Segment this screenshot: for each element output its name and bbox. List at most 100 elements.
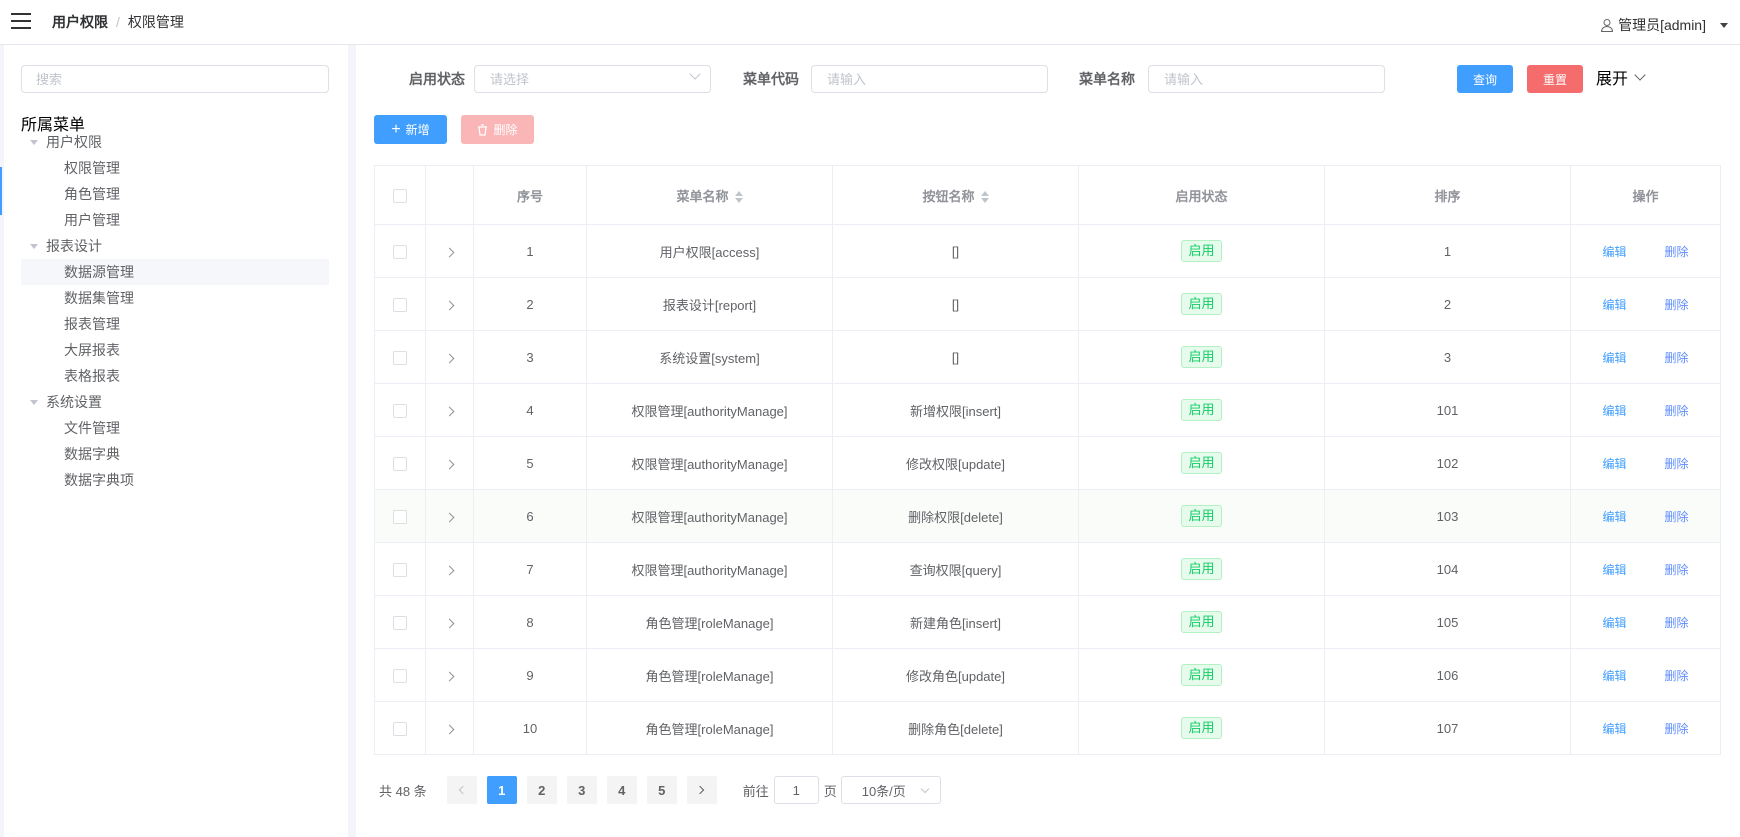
- delete-link[interactable]: 删除: [1646, 402, 1708, 419]
- edit-link[interactable]: 编辑: [1584, 349, 1646, 366]
- tree-search-input[interactable]: [21, 65, 329, 93]
- caret-down-icon[interactable]: [30, 140, 38, 145]
- tree-leaf[interactable]: 报表管理: [21, 311, 329, 337]
- edit-link[interactable]: 编辑: [1584, 402, 1646, 419]
- delete-link[interactable]: 删除: [1646, 720, 1708, 737]
- chevron-right-icon[interactable]: [444, 565, 455, 575]
- next-page-button[interactable]: [686, 776, 717, 804]
- chevron-right-icon[interactable]: [444, 671, 455, 681]
- edit-link[interactable]: 编辑: [1584, 508, 1646, 525]
- sort-icon[interactable]: [980, 191, 989, 204]
- edit-link[interactable]: 编辑: [1584, 243, 1646, 260]
- menu-name-label: 菜单名称: [1079, 71, 1135, 87]
- page-button[interactable]: 3: [566, 776, 597, 804]
- delete-link[interactable]: 删除: [1646, 561, 1708, 578]
- cell-sort: 3: [1324, 330, 1571, 384]
- expand-cell: [425, 595, 474, 649]
- tree-leaf[interactable]: 数据集管理: [21, 285, 329, 311]
- col-header-menu[interactable]: 菜单名称: [586, 165, 833, 225]
- expand-toggle[interactable]: 展开: [1596, 65, 1646, 89]
- cell-no: 9: [473, 648, 587, 702]
- chevron-right-icon[interactable]: [444, 459, 455, 469]
- delete-button[interactable]: 删除: [461, 115, 534, 144]
- row-checkbox[interactable]: [393, 297, 407, 312]
- tree-leaf[interactable]: 数据字典项: [21, 467, 329, 493]
- menu-code-input[interactable]: [811, 65, 1048, 93]
- edit-link[interactable]: 编辑: [1584, 455, 1646, 472]
- tree-leaf[interactable]: 数据字典: [21, 441, 329, 467]
- cell-no: 6: [473, 489, 587, 543]
- row-checkbox[interactable]: [393, 509, 407, 524]
- breadcrumb-item[interactable]: 用户权限: [52, 14, 108, 30]
- sort-icon[interactable]: [734, 191, 743, 204]
- chevron-right-icon[interactable]: [444, 353, 455, 363]
- cell-button: []: [832, 277, 1079, 331]
- tree-node-0[interactable]: 用户权限: [21, 129, 329, 155]
- tree-leaf[interactable]: 文件管理: [21, 415, 329, 441]
- edit-link[interactable]: 编辑: [1584, 296, 1646, 313]
- reset-button[interactable]: 重置: [1527, 65, 1583, 93]
- cell-status: 启用: [1078, 648, 1325, 702]
- page-button[interactable]: 5: [646, 776, 677, 804]
- row-checkbox[interactable]: [393, 456, 407, 471]
- chevron-right-icon[interactable]: [444, 618, 455, 628]
- delete-link[interactable]: 删除: [1646, 508, 1708, 525]
- page-button[interactable]: 1: [486, 776, 517, 804]
- prev-page-button[interactable]: [446, 776, 477, 804]
- page-button[interactable]: 2: [526, 776, 557, 804]
- delete-link[interactable]: 删除: [1646, 243, 1708, 260]
- goto-page-input[interactable]: [773, 776, 819, 804]
- select-all-cell: [374, 165, 426, 225]
- status-badge: 启用: [1181, 293, 1222, 315]
- add-button[interactable]: + 新增: [374, 115, 447, 144]
- tree-node-2[interactable]: 系统设置: [21, 389, 329, 415]
- tree-leaf[interactable]: 数据源管理: [21, 259, 329, 285]
- chevron-right-icon[interactable]: [444, 247, 455, 257]
- col-header-button[interactable]: 按钮名称: [832, 165, 1079, 225]
- row-checkbox[interactable]: [393, 562, 407, 577]
- tree-leaf[interactable]: 权限管理: [21, 155, 329, 181]
- select-all-checkbox[interactable]: [393, 188, 407, 203]
- chevron-right-icon[interactable]: [444, 512, 455, 522]
- chevron-right-icon[interactable]: [444, 406, 455, 416]
- delete-link[interactable]: 删除: [1646, 349, 1708, 366]
- hamburger-menu-icon[interactable]: [11, 13, 31, 29]
- query-button[interactable]: 查询: [1457, 65, 1513, 93]
- chevron-right-icon[interactable]: [444, 724, 455, 734]
- edit-link[interactable]: 编辑: [1584, 667, 1646, 684]
- status-select[interactable]: [474, 65, 711, 93]
- tree-leaf[interactable]: 角色管理: [21, 181, 329, 207]
- page-button[interactable]: 4: [606, 776, 637, 804]
- row-checkbox[interactable]: [393, 403, 407, 418]
- chevron-right-icon[interactable]: [444, 300, 455, 310]
- delete-link[interactable]: 删除: [1646, 667, 1708, 684]
- tree-leaf[interactable]: 大屏报表: [21, 337, 329, 363]
- delete-link[interactable]: 删除: [1646, 296, 1708, 313]
- total-count: 共 48 条: [379, 783, 427, 799]
- edit-link[interactable]: 编辑: [1584, 561, 1646, 578]
- delete-link[interactable]: 删除: [1646, 455, 1708, 472]
- tree-node-1[interactable]: 报表设计: [21, 233, 329, 259]
- row-checkbox[interactable]: [393, 668, 407, 683]
- tree-leaf[interactable]: 表格报表: [21, 363, 329, 389]
- caret-down-icon[interactable]: [30, 244, 38, 249]
- edit-link[interactable]: 编辑: [1584, 720, 1646, 737]
- page-size-select[interactable]: 10条/页: [840, 776, 941, 804]
- caret-down-icon[interactable]: [30, 400, 38, 405]
- cell-actions: 编辑 删除: [1570, 595, 1721, 649]
- breadcrumb: 用户权限 / 权限管理: [52, 12, 184, 32]
- row-checkbox[interactable]: [393, 721, 407, 736]
- cell-status: 启用: [1078, 595, 1325, 649]
- goto-label: 前往: [742, 783, 769, 799]
- edit-link[interactable]: 编辑: [1584, 614, 1646, 631]
- cell-no: 8: [473, 595, 587, 649]
- cell-actions: 编辑 删除: [1570, 383, 1721, 437]
- row-checkbox[interactable]: [393, 615, 407, 630]
- menu-name-input[interactable]: [1148, 65, 1385, 93]
- tree-leaf[interactable]: 用户管理: [21, 207, 329, 233]
- user-menu[interactable]: 管理员[admin]: [1600, 15, 1728, 35]
- row-checkbox[interactable]: [393, 244, 407, 259]
- row-checkbox[interactable]: [393, 350, 407, 365]
- breadcrumb-separator: /: [116, 14, 120, 30]
- delete-link[interactable]: 删除: [1646, 614, 1708, 631]
